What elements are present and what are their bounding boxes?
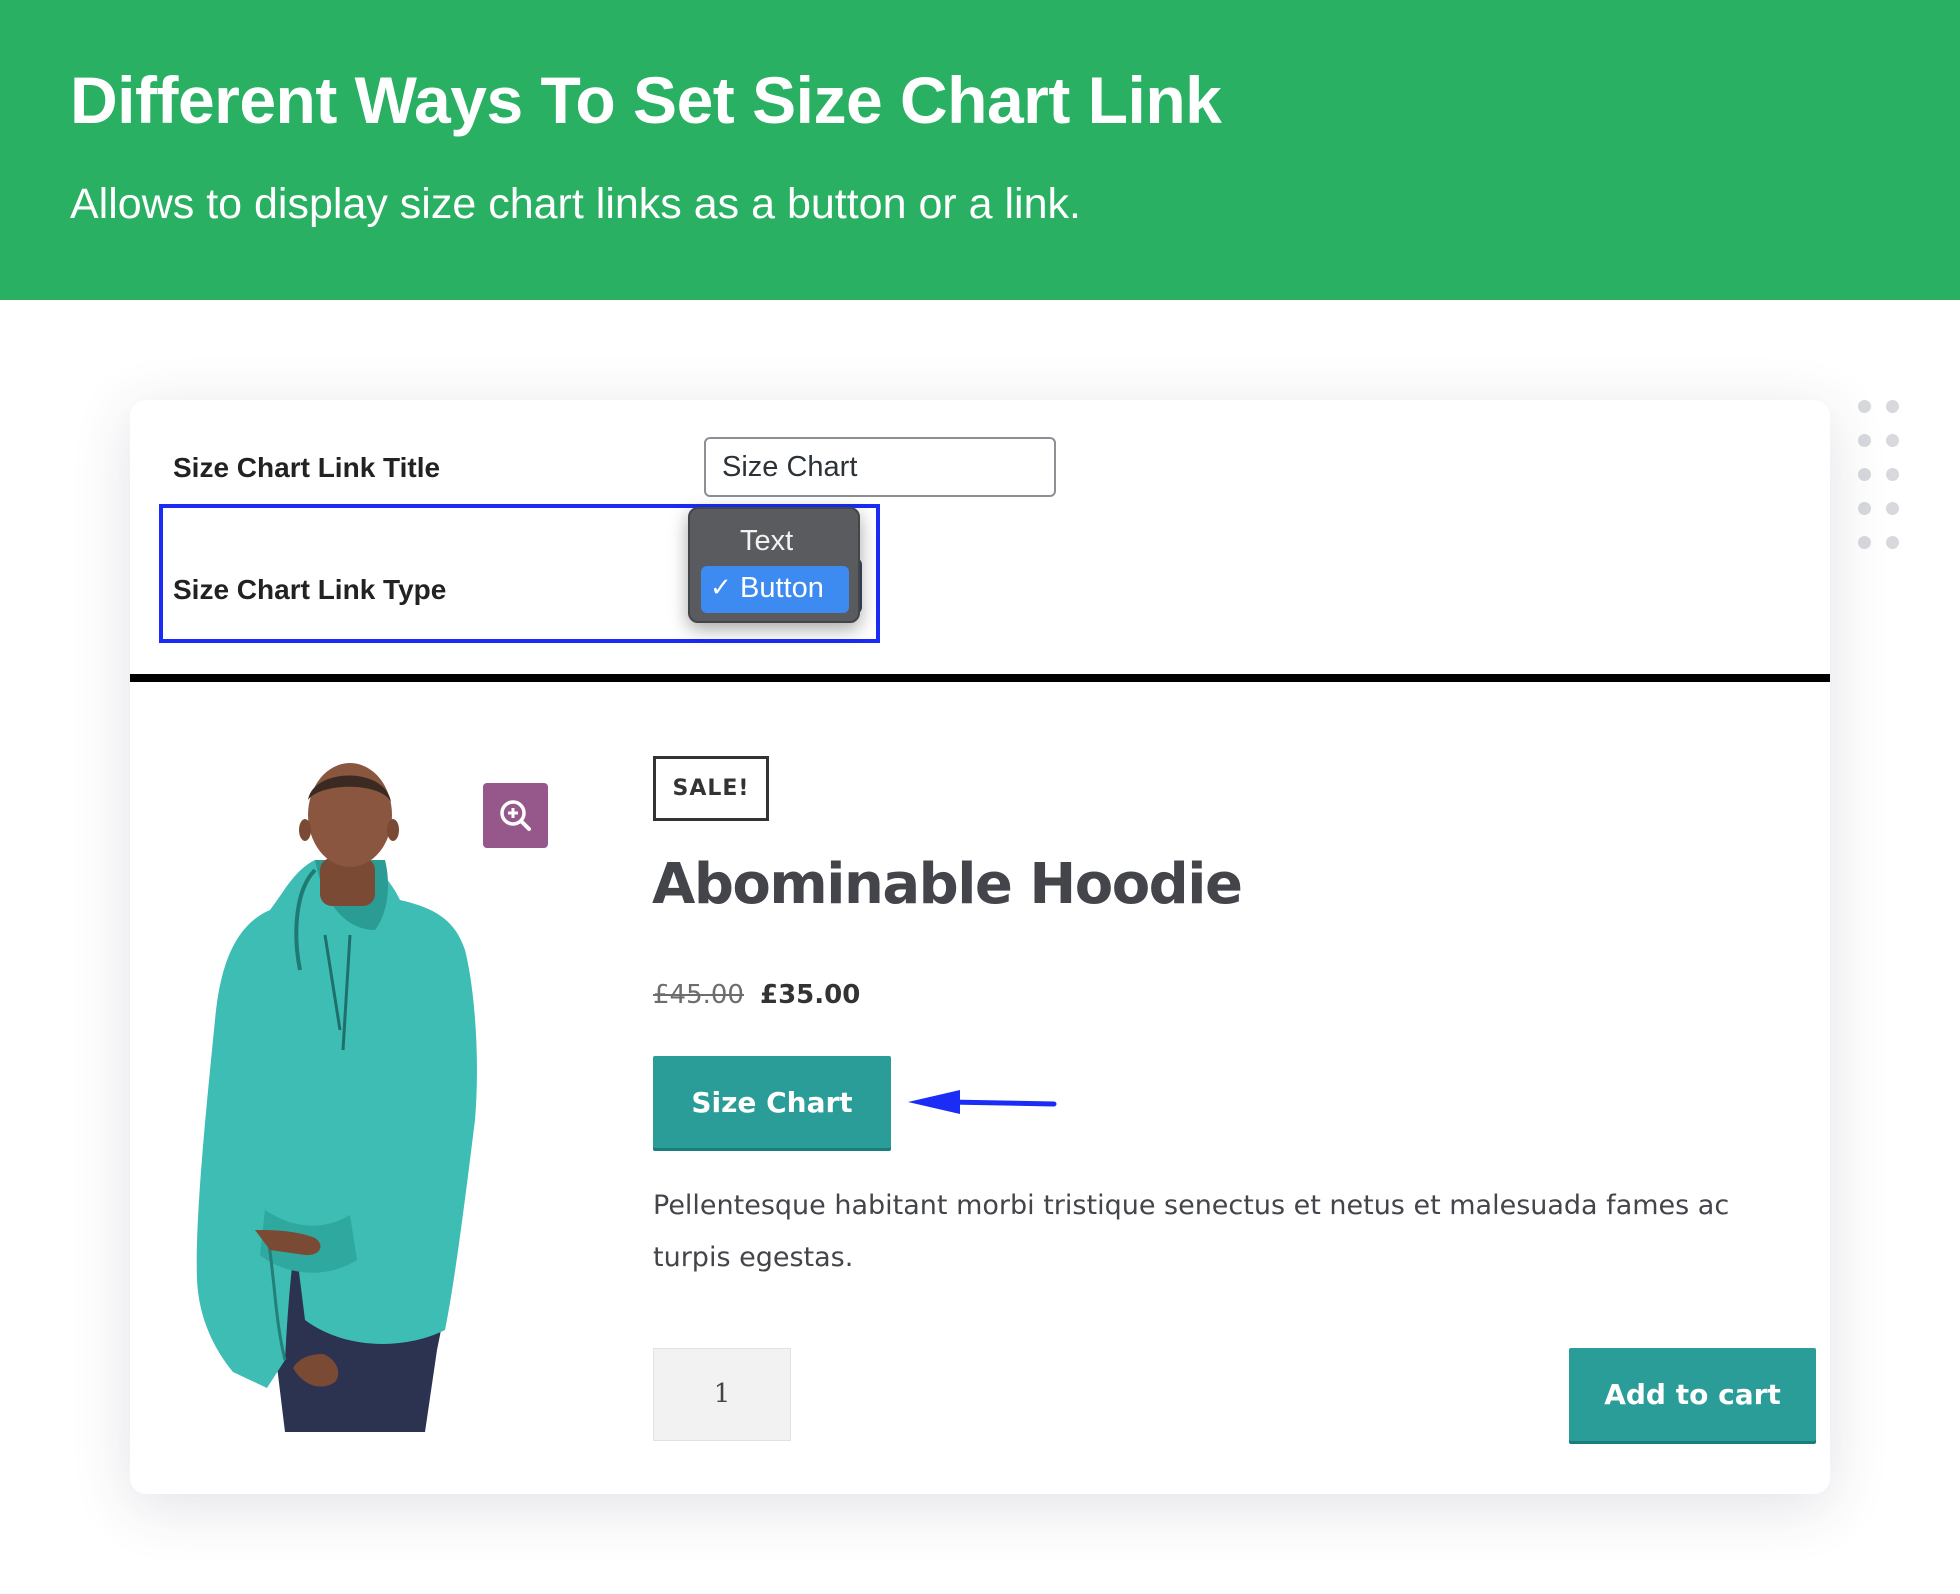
zoom-in-icon bbox=[500, 800, 531, 831]
product-image bbox=[196, 763, 477, 1432]
option-button[interactable]: ✓ Button bbox=[701, 566, 849, 613]
option-button-label: Button bbox=[740, 572, 824, 604]
checkmark-icon: ✓ bbox=[710, 573, 732, 603]
link-title-input[interactable] bbox=[704, 437, 1056, 497]
add-to-cart-button[interactable]: Add to cart bbox=[1569, 1348, 1816, 1441]
size-chart-button[interactable]: Size Chart bbox=[653, 1056, 891, 1148]
sale-badge: SALE! bbox=[653, 756, 769, 821]
arrow-left-icon bbox=[908, 1090, 1057, 1114]
screenshot-card: Size Chart Link Title Size Chart Link Ty… bbox=[130, 400, 1830, 1494]
option-text[interactable]: Text bbox=[740, 525, 793, 558]
zoom-button[interactable] bbox=[483, 783, 548, 848]
price-original: £45.00 bbox=[653, 980, 744, 1010]
product-title: Abominable Hoodie bbox=[652, 852, 1243, 917]
banner-title: Different Ways To Set Size Chart Link bbox=[70, 63, 1222, 137]
price-sale: £35.00 bbox=[760, 980, 861, 1010]
decorative-dots bbox=[1858, 400, 1904, 560]
header-banner: Different Ways To Set Size Chart Link Al… bbox=[0, 0, 1960, 300]
section-divider bbox=[130, 674, 1830, 682]
quantity-input[interactable]: 1 bbox=[653, 1348, 791, 1441]
product-description: Pellentesque habitant morbi tristique se… bbox=[653, 1190, 1730, 1273]
banner-subtitle: Allows to display size chart links as a … bbox=[70, 180, 1081, 228]
link-type-dropdown: Text ✓ Button bbox=[688, 507, 860, 623]
link-title-label: Size Chart Link Title bbox=[173, 452, 441, 483]
link-type-label: Size Chart Link Type bbox=[173, 574, 447, 605]
